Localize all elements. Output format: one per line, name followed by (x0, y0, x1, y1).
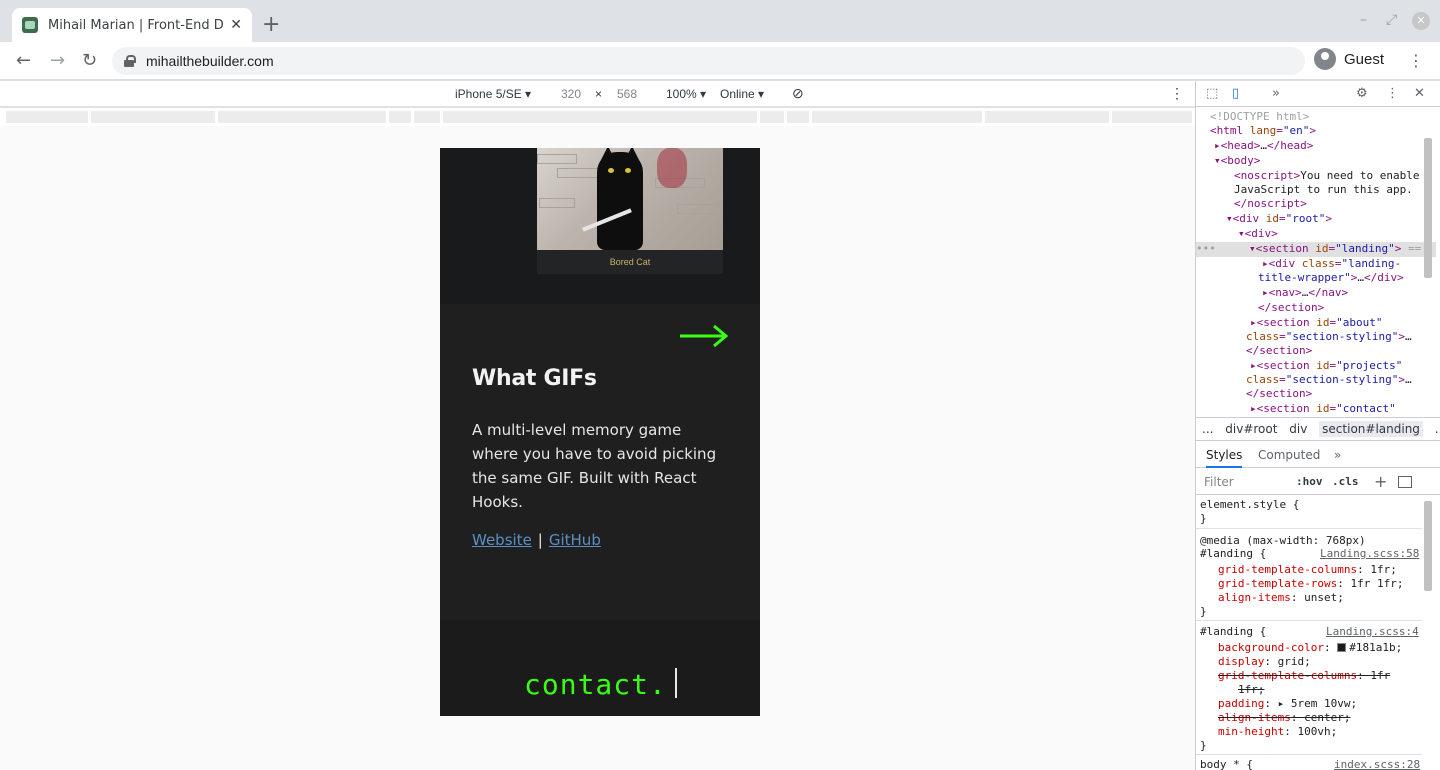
breadcrumb-landing[interactable]: section#landing (1319, 421, 1423, 437)
dom-tree[interactable]: <!DOCTYPE html> <html lang="en"> ▸<head>… (1196, 108, 1440, 416)
project-card: What GIFs A multi-level memory game wher… (440, 304, 760, 620)
viewport-width-input[interactable]: 320 (549, 84, 593, 104)
toggle-sidebar-icon[interactable] (1398, 476, 1412, 488)
minimize-window-icon[interactable]: – (1360, 12, 1367, 28)
browser-tab[interactable]: Mihail Marian | Front-End Deve ✕ (12, 8, 252, 42)
devtools-menu-icon[interactable]: ⋮ (1386, 86, 1399, 101)
tab-styles[interactable]: Styles (1206, 448, 1243, 468)
device-toolbar: iPhone 5/SE ▾ 320 × 568 100% ▾ Online ▾ … (0, 81, 1195, 107)
tab-computed[interactable]: Computed (1258, 448, 1320, 462)
new-tab-button[interactable]: + (262, 12, 280, 38)
github-link[interactable]: GitHub (549, 531, 601, 549)
maximize-window-icon[interactable]: ⤢ (1386, 12, 1397, 28)
zoom-select[interactable]: 100% ▾ (666, 87, 706, 101)
image-caption: Bored Cat (537, 250, 723, 274)
device-toolbar-menu-icon[interactable]: ⋮ (1170, 85, 1184, 102)
mobile-page: Bored Cat What GIFs A multi-level memory… (440, 148, 760, 716)
dimension-times: × (595, 87, 603, 101)
breadcrumb-div[interactable]: div (1289, 422, 1307, 436)
styles-filter-bar: Filter :hov .cls + (1196, 469, 1440, 495)
text-cursor (674, 668, 677, 698)
breadcrumb-ellipsis[interactable]: ... (1202, 422, 1213, 436)
breadcrumb-more[interactable]: ... (1435, 422, 1440, 436)
bored-cat-gif (537, 148, 723, 250)
next-arrow-icon[interactable] (680, 324, 730, 348)
hover-state-toggle[interactable]: :hov (1296, 475, 1323, 488)
inspect-element-icon[interactable]: ⬚ (1206, 86, 1218, 101)
close-devtools-icon[interactable]: ✕ (1414, 86, 1425, 101)
browser-tab-strip: Mihail Marian | Front-End Deve ✕ + – ⤢ ✕ (0, 0, 1440, 42)
styles-filter-input[interactable]: Filter (1204, 475, 1234, 489)
device-toggle-icon[interactable]: ▯ (1232, 86, 1239, 101)
browser-menu-icon[interactable]: ⋮ (1408, 51, 1424, 70)
more-tabs-icon[interactable]: » (1272, 86, 1280, 101)
class-toggle[interactable]: .cls (1332, 475, 1359, 488)
devtools-toolbar: ⬚ ▯ » ⚙ ⋮ ✕ (1196, 81, 1440, 107)
site-favicon-icon (22, 17, 38, 33)
project-image-section: Bored Cat (440, 148, 760, 304)
more-panels-icon[interactable]: » (1334, 448, 1341, 462)
project-links: Website | GitHub (472, 531, 601, 549)
address-bar[interactable]: mihailthebuilder.com (112, 47, 1305, 75)
tab-close-icon[interactable]: ✕ (230, 17, 242, 33)
new-style-rule-icon[interactable]: + (1374, 472, 1387, 491)
close-window-icon[interactable]: ✕ (1412, 12, 1430, 30)
styles-pane[interactable]: element.style { } @media (max-width: 768… (1196, 496, 1440, 770)
devtools-panel: ⬚ ▯ » ⚙ ⋮ ✕ <!DOCTYPE html> <html lang="… (1195, 81, 1440, 770)
guest-avatar-icon (1314, 48, 1336, 70)
back-arrow-icon[interactable]: ← (16, 50, 31, 72)
media-query-bar[interactable] (0, 108, 1195, 126)
device-select[interactable]: iPhone 5/SE ▾ (455, 87, 531, 101)
browser-toolbar: ← → ↻ mihailthebuilder.com Guest ⋮ (0, 42, 1440, 80)
lock-icon (124, 55, 136, 67)
styles-scrollbar[interactable] (1424, 501, 1432, 591)
project-title: What GIFs (472, 366, 597, 391)
viewport-height-input[interactable]: 568 (605, 84, 649, 104)
profile-button[interactable]: Guest (1314, 48, 1384, 70)
dom-scrollbar[interactable] (1424, 138, 1432, 278)
rotate-icon[interactable]: ⊘ (792, 85, 804, 102)
sidebar-tabs: Styles Computed » (1196, 442, 1440, 468)
emulated-viewport: Bored Cat What GIFs A multi-level memory… (0, 126, 1195, 770)
breadcrumb-root[interactable]: div#root (1225, 422, 1277, 436)
website-link[interactable]: Website (472, 531, 532, 549)
profile-label: Guest (1344, 50, 1385, 68)
network-throttle-select[interactable]: Online ▾ (720, 87, 764, 101)
breadcrumb: ... div#root div section#landing ... (1196, 417, 1440, 441)
tab-title: Mihail Marian | Front-End Deve (48, 17, 224, 33)
contact-section: contact. (440, 620, 760, 716)
reload-icon[interactable]: ↻ (82, 50, 97, 72)
forward-arrow-icon[interactable]: → (50, 50, 65, 72)
link-separator: | (537, 531, 543, 549)
contact-heading: contact. (524, 668, 677, 701)
url-text: mihailthebuilder.com (146, 53, 274, 69)
project-description: A multi-level memory game where you have… (472, 421, 717, 511)
settings-gear-icon[interactable]: ⚙ (1356, 86, 1368, 101)
